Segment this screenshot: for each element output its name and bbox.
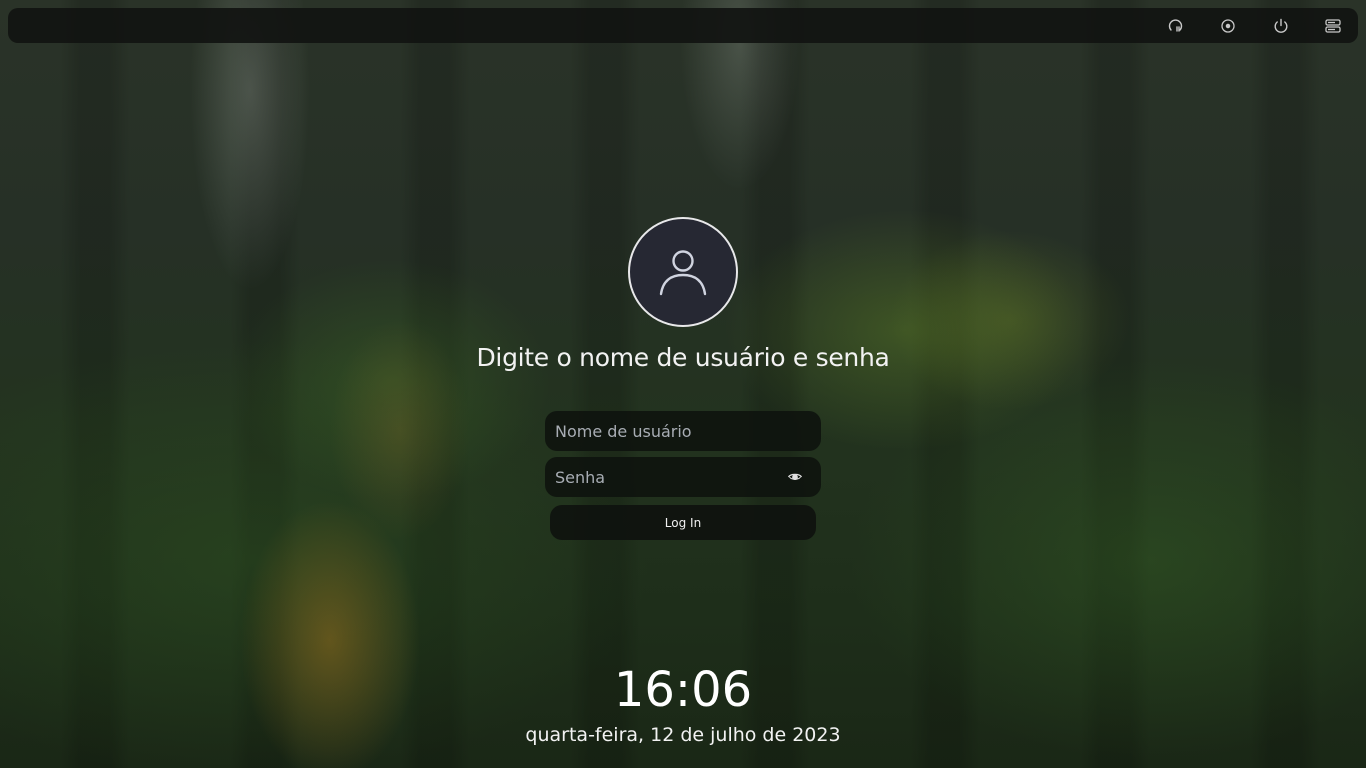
- accessibility-icon[interactable]: [1166, 17, 1184, 35]
- user-avatar: [628, 217, 738, 327]
- clock-date: quarta-feira, 12 de julho de 2023: [525, 724, 841, 746]
- login-prompt: Digite o nome de usuário e senha: [476, 343, 890, 372]
- password-input[interactable]: [545, 457, 821, 497]
- server-settings-icon[interactable]: [1324, 17, 1342, 35]
- login-button[interactable]: Log In: [550, 505, 816, 540]
- username-input[interactable]: [545, 411, 821, 451]
- session-options-icon[interactable]: [1219, 17, 1237, 35]
- username-field: [545, 411, 821, 451]
- show-password-icon[interactable]: [787, 469, 803, 485]
- user-icon: [659, 250, 707, 296]
- power-icon[interactable]: [1272, 17, 1290, 35]
- password-field: [545, 457, 821, 497]
- top-bar: [8, 8, 1358, 43]
- clock-time: 16:06: [613, 662, 753, 718]
